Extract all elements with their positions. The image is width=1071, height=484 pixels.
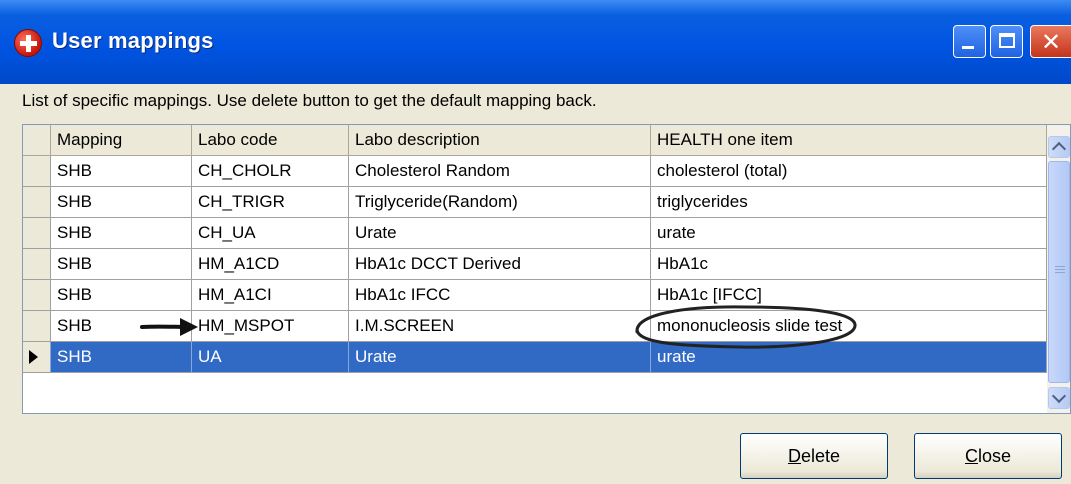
row-selector[interactable] — [23, 218, 51, 249]
cell-mapping[interactable]: SHB — [51, 156, 192, 187]
vertical-scrollbar[interactable] — [1047, 125, 1070, 413]
column-header-labo-description[interactable]: Labo description — [349, 125, 651, 156]
close-mnemonic: C — [964, 446, 978, 466]
close-label: lose — [977, 446, 1012, 466]
current-row-pointer-icon — [29, 350, 38, 364]
row-selector[interactable] — [23, 249, 51, 280]
cell-mapping[interactable]: SHB — [51, 280, 192, 311]
scroll-grip-icon — [1055, 266, 1065, 274]
cell-labo-code[interactable]: HM_MSPOT — [192, 311, 349, 342]
table-header-row: Mapping Labo code Labo description HEALT… — [23, 125, 1070, 156]
maximize-button[interactable] — [990, 25, 1023, 58]
cell-labo-code[interactable]: HM_A1CI — [192, 280, 349, 311]
cell-labo-description[interactable]: I.M.SCREEN — [349, 311, 651, 342]
cell-labo-code[interactable]: CH_UA — [192, 218, 349, 249]
delete-label: elete — [800, 446, 841, 466]
row-selector[interactable] — [23, 187, 51, 218]
row-selector[interactable] — [23, 342, 51, 373]
cell-health-one-item[interactable]: HbA1c — [651, 249, 1047, 280]
cell-labo-description[interactable]: HbA1c DCCT Derived — [349, 249, 651, 280]
scroll-down-button[interactable] — [1048, 387, 1070, 409]
red-cross-icon[interactable] — [14, 29, 42, 57]
cell-labo-code[interactable]: UA — [192, 342, 349, 373]
table-row[interactable]: SHB HM_A1CD HbA1c DCCT Derived HbA1c — [23, 249, 1070, 280]
cell-labo-code[interactable]: HM_A1CD — [192, 249, 349, 280]
description-text: List of specific mappings. Use delete bu… — [22, 91, 597, 110]
table-row[interactable]: SHB HM_A1CI HbA1c IFCC HbA1c [IFCC] — [23, 280, 1070, 311]
table-row-selected[interactable]: SHB UA Urate urate — [23, 342, 1070, 373]
column-header-health-one-item[interactable]: HEALTH one item — [651, 125, 1047, 156]
cell-mapping[interactable]: SHB — [51, 187, 192, 218]
cell-labo-code[interactable]: CH_CHOLR — [192, 156, 349, 187]
cell-health-one-item[interactable]: cholesterol (total) — [651, 156, 1047, 187]
table-row[interactable]: SHB CH_CHOLR Cholesterol Random choleste… — [23, 156, 1070, 187]
column-header-labo-code[interactable]: Labo code — [192, 125, 349, 156]
annotation-arrow-icon — [140, 318, 198, 336]
delete-mnemonic: D — [787, 446, 801, 466]
cell-health-one-item[interactable]: triglycerides — [651, 187, 1047, 218]
cell-mapping[interactable]: SHB — [51, 342, 192, 373]
cell-health-one-item[interactable]: urate — [651, 218, 1047, 249]
table-row[interactable]: SHB CH_UA Urate urate — [23, 218, 1070, 249]
minimize-button[interactable] — [953, 25, 986, 58]
cell-mapping[interactable]: SHB — [51, 218, 192, 249]
close-window-button[interactable] — [1030, 25, 1071, 58]
cell-mapping[interactable]: SHB — [51, 249, 192, 280]
row-selector[interactable] — [23, 280, 51, 311]
window-title: User mappings — [52, 28, 214, 53]
header-corner — [23, 125, 51, 156]
title-bar[interactable]: User mappings — [0, 0, 1071, 84]
mappings-table[interactable]: Mapping Labo code Labo description HEALT… — [22, 124, 1071, 414]
annotation-highlight-ellipse — [635, 305, 857, 349]
cell-labo-description[interactable]: Urate — [349, 218, 651, 249]
table-row[interactable]: SHB CH_TRIGR Triglyceride(Random) trigly… — [23, 187, 1070, 218]
scroll-thumb[interactable] — [1048, 161, 1070, 383]
cell-labo-description[interactable]: Urate — [349, 342, 651, 373]
cell-labo-description[interactable]: Triglyceride(Random) — [349, 187, 651, 218]
cell-labo-description[interactable]: HbA1c IFCC — [349, 280, 651, 311]
cell-labo-description[interactable]: Cholesterol Random — [349, 156, 651, 187]
row-selector[interactable] — [23, 156, 51, 187]
close-button[interactable]: Close — [914, 433, 1062, 479]
column-header-mapping[interactable]: Mapping — [51, 125, 192, 156]
delete-button[interactable]: Delete — [740, 433, 888, 479]
row-selector[interactable] — [23, 311, 51, 342]
scroll-up-button[interactable] — [1048, 136, 1070, 158]
cell-labo-code[interactable]: CH_TRIGR — [192, 187, 349, 218]
